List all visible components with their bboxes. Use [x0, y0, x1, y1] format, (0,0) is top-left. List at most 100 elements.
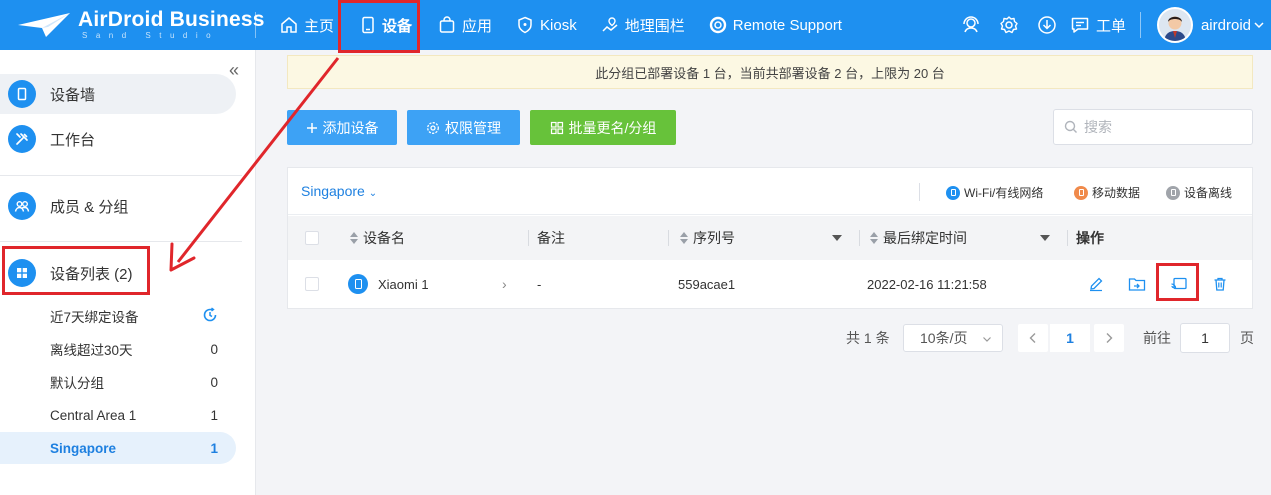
goto-label: 前往	[1143, 323, 1171, 353]
table-toolbar: Singapore ⌄ Wi-Fi/有线网络 移动数据 设备离线	[288, 168, 1252, 215]
refresh-clock-icon[interactable]	[202, 306, 218, 326]
batch-rename-button[interactable]: 批量更名/分组	[530, 110, 676, 145]
remote-control-button[interactable]	[1169, 274, 1189, 294]
app-bag-icon	[439, 16, 455, 33]
nav-device[interactable]: 设备	[346, 0, 426, 50]
cell-note: -	[537, 260, 541, 308]
members-icon	[8, 192, 36, 220]
user-menu[interactable]: airdroid	[1156, 7, 1271, 43]
lifebuoy-icon	[709, 16, 726, 34]
column-note: 备注	[537, 216, 565, 260]
batch-rename-label: 批量更名/分组	[568, 119, 657, 136]
chevron-right-icon[interactable]: ›	[502, 260, 507, 308]
batch-grid-icon	[550, 121, 563, 134]
goto-page-value: 1	[1201, 330, 1209, 346]
legend-mobile-data: 移动数据	[1074, 184, 1140, 201]
chat-ticket-icon	[1071, 17, 1089, 33]
column-label: 备注	[537, 230, 565, 246]
column-bound-time[interactable]: 最后绑定时间	[870, 216, 967, 260]
sidebar-item-device-wall[interactable]: 设备墙	[0, 74, 236, 114]
notice-text: 此分组已部署设备 1 台，当前共部署设备 2 台，上限为 20 台	[595, 65, 945, 81]
cell-serial: 559acae1	[678, 260, 735, 308]
page-size-value: 10条/页	[920, 330, 968, 346]
permissions-button[interactable]: 权限管理	[407, 110, 520, 145]
chevron-down-icon: ⌄	[368, 188, 378, 199]
sidebar-item-label: 设备墙	[50, 86, 96, 104]
gear-icon	[427, 121, 439, 134]
edit-button[interactable]	[1086, 274, 1106, 294]
column-actions: 操作	[1076, 216, 1104, 260]
group-label: Singapore	[50, 440, 117, 456]
sort-icon[interactable]	[350, 232, 358, 244]
group-item-offline-30-days[interactable]: 离线超过30天 0	[0, 333, 236, 365]
sidebar-item-members-groups[interactable]: 成员 & 分组	[0, 186, 236, 226]
add-device-button[interactable]: 添加设备	[287, 110, 397, 145]
settings-button[interactable]	[990, 0, 1028, 50]
move-to-group-button[interactable]	[1127, 274, 1147, 294]
sort-icon[interactable]	[680, 232, 688, 244]
nav-home[interactable]: 主页	[268, 0, 346, 50]
mobile-data-status-icon	[1074, 185, 1088, 200]
column-device-name[interactable]: 设备名	[350, 216, 405, 260]
nav-geofence[interactable]: 地理围栏	[589, 0, 697, 50]
page-suffix: 页	[1240, 323, 1254, 353]
group-selector[interactable]: Singapore ⌄	[301, 183, 377, 199]
tools-icon	[8, 125, 36, 153]
nav-kiosk-label: Kiosk	[540, 16, 577, 34]
support-agent-button[interactable]	[952, 0, 990, 50]
device-wall-icon	[8, 80, 36, 108]
row-checkbox[interactable]	[305, 277, 319, 291]
column-label: 序列号	[693, 230, 735, 246]
group-label: 近7天绑定设备	[50, 310, 139, 325]
nav-kiosk[interactable]: Kiosk	[504, 0, 589, 50]
pencil-icon	[1090, 277, 1103, 292]
sidebar-item-workbench[interactable]: 工作台	[0, 119, 236, 159]
group-item-default[interactable]: 默认分组 0	[0, 366, 236, 398]
legend-wifi: Wi-Fi/有线网络	[946, 184, 1043, 201]
divider	[668, 230, 669, 246]
table-header: 设备名 备注 序列号 最后绑定时间 操作	[288, 216, 1252, 260]
filter-dropdown-icon[interactable]	[832, 235, 842, 241]
nav-apps[interactable]: 应用	[426, 0, 504, 50]
sidebar-item-device-list[interactable]: 设备列表 (2)	[0, 253, 236, 293]
group-item-singapore[interactable]: Singapore 1	[0, 432, 236, 464]
divider	[1139, 12, 1141, 38]
ticket-button[interactable]: 工单	[1066, 15, 1140, 36]
goto-page-input[interactable]: 1	[1180, 323, 1230, 353]
sidebar-item-label: 工作台	[50, 131, 96, 149]
cell-device-name[interactable]: Xiaomi 1	[348, 260, 429, 308]
search-input[interactable]: 搜索	[1053, 109, 1253, 145]
filter-dropdown-icon[interactable]	[1040, 235, 1050, 241]
cast-screen-icon	[1171, 277, 1187, 290]
group-item-recent-7-days[interactable]: 近7天绑定设备	[0, 300, 236, 332]
cell-bound-time: 2022-02-16 11:21:58	[867, 260, 987, 308]
group-count: 1	[210, 407, 218, 423]
table-row[interactable]: Xiaomi 1 › - 559acae1 2022-02-16 11:21:5…	[288, 260, 1252, 308]
ticket-label: 工单	[1095, 17, 1126, 35]
download-button[interactable]	[1028, 0, 1066, 50]
page-size-select[interactable]: 10条/页	[903, 324, 1003, 352]
nav-remote-support[interactable]: Remote Support	[697, 0, 854, 50]
column-label: 设备名	[363, 230, 405, 246]
search-placeholder: 搜索	[1084, 119, 1112, 135]
geofence-icon	[602, 17, 618, 32]
select-all-checkbox[interactable]	[305, 231, 319, 245]
page-number-button[interactable]: 1	[1050, 324, 1090, 352]
collapse-sidebar-icon[interactable]: «	[229, 60, 239, 81]
next-page-button[interactable]	[1094, 324, 1124, 352]
column-serial[interactable]: 序列号	[680, 216, 735, 260]
brand-logo[interactable]: AirDroid Business Sand Studio	[16, 6, 264, 44]
sort-icon[interactable]	[870, 232, 878, 244]
device-serial: 559acae1	[678, 276, 736, 292]
group-item-central-area-1[interactable]: Central Area 1 1	[0, 399, 236, 431]
brand-subtitle: Sand Studio	[82, 31, 220, 40]
prev-page-button[interactable]	[1018, 324, 1048, 352]
nav-apps-label: 应用	[462, 17, 493, 35]
delete-button[interactable]	[1210, 274, 1230, 294]
top-right-tools: 工单 airdroid	[952, 0, 1271, 50]
nav-remote-support-label: Remote Support	[732, 16, 842, 34]
legend-offline: 设备离线	[1166, 184, 1232, 201]
wifi-status-icon	[946, 185, 960, 200]
grid-icon	[8, 259, 36, 287]
nav-geofence-label: 地理围栏	[624, 17, 685, 35]
